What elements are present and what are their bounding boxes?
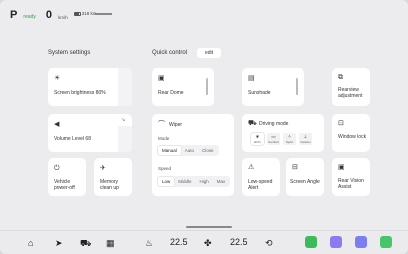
rear-vision-assist-card[interactable]: ▣ Rear Vision Assist xyxy=(332,158,370,196)
home-indicator[interactable] xyxy=(186,226,232,228)
rear-dome-slider[interactable] xyxy=(206,78,208,95)
sunshade-card[interactable]: ▤ Sunshade xyxy=(242,68,304,106)
expand-icon[interactable]: ↘ xyxy=(121,118,125,123)
range-indicator: 318 km xyxy=(73,11,97,16)
screen-brightness-label: Screen brightness 80% xyxy=(54,90,106,96)
mirror-icon: ⧉ xyxy=(338,74,343,81)
volume-card[interactable]: ◀ Volume Level 68 ↘ xyxy=(48,114,132,152)
brightness-slider[interactable] xyxy=(118,68,132,106)
car-icon[interactable]: ⛟ xyxy=(80,238,91,248)
screen-angle-icon: ⊟ xyxy=(292,164,298,171)
driving-mode-comfort-label: Comfort xyxy=(268,140,279,144)
rearview-label: Rearview adjustment xyxy=(338,87,363,100)
driving-mode-card: ⛟ Driving mode ❦ ECO ▭ Comfort ✧ Sport ⊥… xyxy=(242,114,324,152)
driving-mode-title: Driving mode xyxy=(259,121,289,127)
memory-clean-label: Memory clean up xyxy=(100,179,119,192)
range-bar xyxy=(95,13,112,15)
speed-unit: km/h xyxy=(57,15,68,20)
sunshade-label: Sunshade xyxy=(248,90,271,96)
screen-angle-label: Screen Angle xyxy=(290,179,320,185)
wiper-title: Wiper xyxy=(169,122,183,128)
driving-mode-eco-label: ECO xyxy=(254,140,261,144)
power-icon: ⏻ xyxy=(54,165,60,172)
driving-mode-comfort[interactable]: ▭ Comfort xyxy=(267,133,280,145)
apps-grid-icon[interactable]: ▦ xyxy=(106,238,115,248)
system-settings-title: System settings xyxy=(48,50,91,56)
sunshade-slider[interactable] xyxy=(296,78,298,95)
pedestrian-alert-icon: ⚠ xyxy=(248,164,255,171)
low-speed-alert-label: Low-speed Alert xyxy=(248,179,273,192)
wiper-icon: ⌒ xyxy=(158,121,165,128)
wiper-card: ⌒ Wiper Mode Manual Auto Close Speed Low… xyxy=(152,114,234,196)
memory-clean-card[interactable]: ✈ Memory clean up xyxy=(94,158,132,196)
volume-slider[interactable] xyxy=(118,126,132,152)
battery-icon xyxy=(73,11,81,16)
speed-value: 0 xyxy=(45,9,52,21)
volume-label: Volume Level 68 xyxy=(54,136,91,142)
broom-icon: ✈ xyxy=(100,165,106,172)
vehicle-power-off-label: Vehicle power-off xyxy=(54,179,75,192)
wiper-mode-auto[interactable]: Auto xyxy=(181,146,198,155)
car-icon: ⛟ xyxy=(248,120,257,127)
wiper-mode-manual[interactable]: Manual xyxy=(158,146,181,155)
gear-mode-label: ready xyxy=(23,14,36,20)
wiper-mode-label: Mode xyxy=(158,136,170,141)
driving-mode-options: ❦ ECO ▭ Comfort ✧ Sport ⊥ Custom xyxy=(251,133,312,145)
wiper-speed-selector: Low Middle High Max xyxy=(157,176,231,187)
wiper-speed-middle[interactable]: Middle xyxy=(174,177,195,186)
wiper-speed-max[interactable]: Max xyxy=(213,177,230,186)
right-temperature[interactable]: 22.5 xyxy=(230,237,248,247)
phone-app-icon[interactable] xyxy=(305,236,317,248)
screen-brightness-card[interactable]: ☀ Screen brightness 80% xyxy=(48,68,132,106)
fan-icon[interactable]: ✤ xyxy=(204,238,212,248)
sun-icon: ☀ xyxy=(54,75,61,82)
camera-icon: ▣ xyxy=(338,164,345,171)
wiper-mode-selector: Manual Auto Close xyxy=(157,145,219,156)
dock: ⌂ ➤ ⛟ ▦ ♨ 22.5 ✤ 22.5 ⟲ xyxy=(0,230,408,254)
control-center-screen: P ready 0 km/h 318 km System settings Qu… xyxy=(0,0,408,254)
speaker-icon: ◀ xyxy=(54,121,60,128)
driving-mode-sport-label: Sport xyxy=(285,140,294,144)
low-speed-alert-card[interactable]: ⚠ Low-speed Alert xyxy=(242,158,280,196)
wiper-speed-label: Speed xyxy=(158,166,172,171)
media-app-icon[interactable] xyxy=(330,236,342,248)
assistant-app-icon[interactable] xyxy=(355,236,367,248)
screen-angle-card[interactable]: ⊟ Screen Angle xyxy=(286,158,324,196)
window-lock-label: Window lock xyxy=(338,134,367,140)
driving-mode-custom[interactable]: ⊥ Custom xyxy=(299,133,312,145)
edit-button[interactable]: edit xyxy=(197,48,221,58)
vehicle-power-off-card[interactable]: ⏻ Vehicle power-off xyxy=(48,158,86,196)
charging-app-icon[interactable] xyxy=(380,236,392,248)
driving-mode-eco[interactable]: ❦ ECO xyxy=(251,133,264,145)
wiper-speed-high[interactable]: High xyxy=(196,177,213,186)
seat-heat-icon[interactable]: ♨ xyxy=(145,238,153,248)
status-bar: P ready 0 km/h 318 km xyxy=(10,8,97,22)
home-icon[interactable]: ⌂ xyxy=(28,238,33,248)
dome-light-icon: ▣ xyxy=(158,75,165,82)
driving-mode-custom-label: Custom xyxy=(300,140,311,144)
rearview-card[interactable]: ⧉ Rearview adjustment xyxy=(332,68,370,106)
window-lock-card[interactable]: ⊡ Window lock xyxy=(332,114,370,152)
sunshade-icon: ▤ xyxy=(248,75,255,82)
rear-vision-assist-label: Rear Vision Assist xyxy=(338,178,364,191)
quick-control-title: Quick control xyxy=(152,50,188,56)
rear-dome-label: Rear Dome xyxy=(158,90,184,96)
recirculation-icon[interactable]: ⟲ xyxy=(265,238,273,248)
navigation-icon[interactable]: ➤ xyxy=(55,238,63,248)
rear-dome-card[interactable]: ▣ Rear Dome xyxy=(152,68,214,106)
wiper-speed-low[interactable]: Low xyxy=(158,177,175,186)
wiper-mode-close[interactable]: Close xyxy=(198,146,218,155)
driving-mode-sport[interactable]: ✧ Sport xyxy=(283,133,296,145)
gear-indicator: P xyxy=(10,9,18,21)
left-temperature[interactable]: 22.5 xyxy=(170,237,188,247)
window-lock-icon: ⊡ xyxy=(338,120,344,127)
